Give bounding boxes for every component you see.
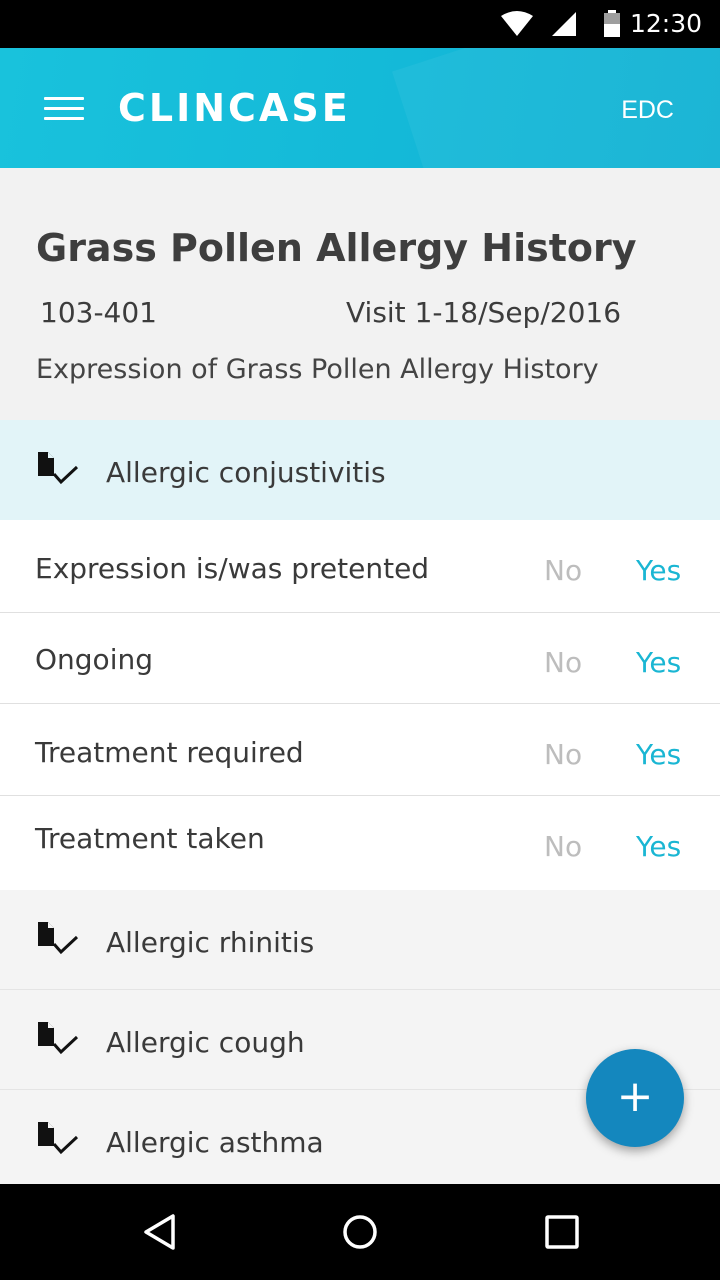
form-description: Expression of Grass Pollen Allergy Histo… xyxy=(36,354,599,385)
question-row: Treatment required No Yes xyxy=(0,704,720,796)
document-check-icon xyxy=(38,1022,79,1055)
section-label: Allergic conjustivitis xyxy=(106,456,386,489)
wifi-icon xyxy=(501,11,533,36)
section-label: Allergic cough xyxy=(106,1026,305,1059)
document-check-icon xyxy=(38,1122,79,1155)
no-option[interactable]: No xyxy=(544,830,582,863)
document-check-icon xyxy=(38,922,79,955)
no-option[interactable]: No xyxy=(544,738,582,771)
yes-option[interactable]: Yes xyxy=(636,830,681,863)
add-button[interactable]: + xyxy=(586,1049,684,1147)
question-row: Treatment taken No Yes xyxy=(0,796,720,890)
section-allergic-rhinitis[interactable]: Allergic rhinitis xyxy=(0,890,720,990)
question-row: Ongoing No Yes xyxy=(0,613,720,704)
form-header: Grass Pollen Allergy History 103-401 Vis… xyxy=(0,168,720,420)
add-icon: + xyxy=(616,1071,654,1122)
section-allergic-conjustivitis[interactable]: Allergic conjustivitis xyxy=(0,420,720,520)
navigation-bar xyxy=(0,1184,720,1280)
question-label: Treatment taken xyxy=(35,822,265,855)
document-check-icon xyxy=(38,452,79,485)
yes-option[interactable]: Yes xyxy=(636,646,681,679)
app-bar: CLINCASE EDC xyxy=(0,48,720,168)
visit-info: Visit 1-18/Sep/2016 xyxy=(346,296,622,329)
battery-icon xyxy=(604,10,620,37)
app-brand: CLINCASE xyxy=(118,86,351,130)
no-option[interactable]: No xyxy=(544,554,582,587)
no-option[interactable]: No xyxy=(544,646,582,679)
yes-option[interactable]: Yes xyxy=(636,738,681,771)
clock: 12:30 xyxy=(629,9,702,38)
edc-button[interactable]: EDC xyxy=(621,96,674,125)
cell-signal-icon xyxy=(552,12,576,36)
status-bar: 12:30 xyxy=(0,0,720,48)
question-label: Expression is/was pretented xyxy=(35,552,430,585)
question-row: Expression is/was pretented No Yes xyxy=(0,520,720,613)
page-title: Grass Pollen Allergy History xyxy=(36,226,637,270)
subject-id: 103-401 xyxy=(40,296,157,329)
question-label: Ongoing xyxy=(35,643,153,676)
yes-option[interactable]: Yes xyxy=(636,554,681,587)
section-label: Allergic rhinitis xyxy=(106,926,315,959)
menu-icon[interactable] xyxy=(40,94,86,124)
section-label: Allergic asthma xyxy=(106,1126,324,1159)
question-label: Treatment required xyxy=(35,736,304,769)
home-icon[interactable] xyxy=(340,1212,380,1252)
back-icon[interactable] xyxy=(140,1212,180,1252)
recents-icon[interactable] xyxy=(542,1212,582,1252)
